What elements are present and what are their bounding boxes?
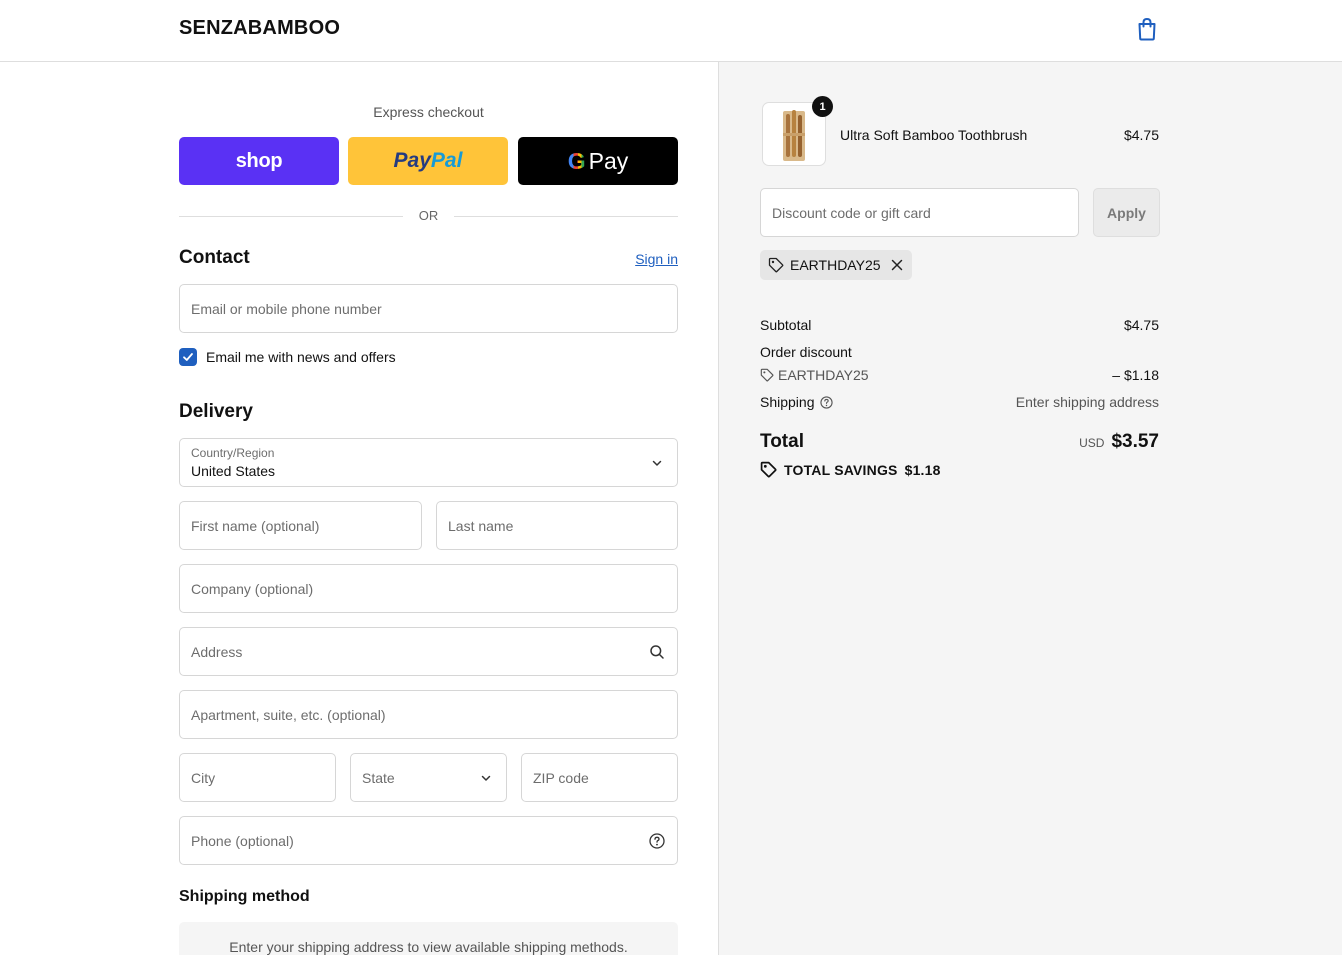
tag-icon [760, 461, 777, 478]
address-field[interactable]: Address [179, 627, 678, 676]
total-label: Total [760, 431, 804, 452]
zip-placeholder: ZIP code [533, 770, 589, 786]
shipping-row: Shipping [760, 394, 833, 410]
product-price: $4.75 [1123, 127, 1159, 143]
applied-discount-code: EARTHDAY25 [790, 257, 881, 273]
newsletter-checkbox[interactable] [179, 348, 197, 366]
remove-discount-icon[interactable] [891, 259, 903, 271]
shopping-bag-icon[interactable] [1136, 17, 1158, 41]
google-g-logo: G [567, 147, 586, 174]
order-discount-label: Order discount [760, 344, 852, 360]
state-select[interactable]: State [350, 753, 507, 802]
shop-pay-logo: shop [235, 149, 283, 172]
phone-field[interactable]: Phone (optional) [179, 816, 678, 865]
help-icon[interactable] [819, 395, 833, 409]
or-divider: OR [179, 207, 678, 227]
chevron-down-icon [481, 775, 491, 781]
header: SENZABAMBOO [0, 0, 1342, 62]
google-pay-label: Pay [588, 147, 629, 174]
store-logo[interactable]: SENZABAMBOO [179, 17, 340, 40]
applied-discount-chip: EARTHDAY25 [760, 250, 912, 280]
order-discount-value: – $1.18 [1112, 367, 1159, 383]
order-discount-code: EARTHDAY25 [778, 367, 869, 383]
order-summary: 1 Ultra Soft Bamboo Toothbrush $4.75 Dis… [718, 62, 1342, 955]
country-label: Country/Region [191, 446, 275, 460]
delivery-title: Delivery [179, 401, 253, 422]
country-select[interactable]: Country/Region United States [179, 438, 678, 487]
product-thumbnail: 1 [762, 96, 833, 166]
savings-value: $1.18 [904, 461, 941, 478]
phone-placeholder: Phone (optional) [191, 833, 294, 849]
first-name-field[interactable]: First name (optional) [179, 501, 422, 550]
quantity-badge: 1 [812, 96, 833, 117]
tag-icon [768, 257, 784, 273]
total-savings: TOTAL SAVINGS $1.18 [760, 461, 941, 478]
google-pay-button[interactable]: G Pay [518, 137, 678, 185]
last-name-placeholder: Last name [448, 518, 514, 534]
apply-discount-button[interactable]: Apply [1093, 188, 1160, 237]
shipping-method-title: Shipping method [179, 888, 310, 905]
apartment-field[interactable]: Apartment, suite, etc. (optional) [179, 690, 678, 739]
first-name-placeholder: First name (optional) [191, 518, 320, 534]
help-icon[interactable] [649, 833, 665, 849]
city-placeholder: City [191, 770, 216, 786]
city-field[interactable]: City [179, 753, 336, 802]
subtotal-value: $4.75 [1123, 317, 1159, 333]
email-placeholder: Email or mobile phone number [191, 301, 382, 317]
discount-placeholder: Discount code or gift card [772, 205, 931, 221]
tag-icon [760, 368, 774, 382]
shipping-label: Shipping [760, 394, 815, 410]
total-value: USD $3.57 [1079, 431, 1159, 453]
email-field[interactable]: Email or mobile phone number [179, 284, 678, 333]
address-placeholder: Address [191, 644, 243, 660]
state-placeholder: State [362, 770, 395, 786]
company-field[interactable]: Company (optional) [179, 564, 678, 613]
zip-field[interactable]: ZIP code [521, 753, 678, 802]
search-icon [650, 645, 664, 659]
company-placeholder: Company (optional) [191, 581, 314, 597]
paypal-logo-part2: Pal [430, 149, 463, 172]
paypal-logo-part1: Pay [393, 149, 431, 172]
shop-pay-button[interactable]: shop [179, 137, 339, 185]
express-checkout-title: Express checkout [373, 104, 484, 120]
or-label: OR [418, 208, 439, 223]
last-name-field[interactable]: Last name [436, 501, 678, 550]
apartment-placeholder: Apartment, suite, etc. (optional) [191, 707, 386, 723]
order-discount-code-row: EARTHDAY25 [760, 367, 869, 383]
total-amount: $3.57 [1111, 431, 1159, 452]
product-name: Ultra Soft Bamboo Toothbrush [840, 127, 1028, 143]
country-value: United States [191, 463, 276, 479]
subtotal-label: Subtotal [760, 317, 812, 333]
discount-code-input[interactable]: Discount code or gift card [760, 188, 1079, 237]
savings-label: TOTAL SAVINGS [784, 461, 898, 478]
paypal-button[interactable]: Pay Pal [348, 137, 508, 185]
total-currency: USD [1079, 436, 1105, 450]
shipping-method-note: Enter your shipping address to view avai… [179, 922, 678, 955]
chevron-down-icon [652, 460, 662, 466]
shipping-value: Enter shipping address [1015, 394, 1159, 410]
contact-title: Contact [179, 247, 250, 268]
sign-in-link[interactable]: Sign in [635, 251, 678, 267]
checkmark-icon [183, 353, 193, 361]
newsletter-label: Email me with news and offers [206, 349, 396, 365]
newsletter-option[interactable]: Email me with news and offers [179, 348, 396, 366]
